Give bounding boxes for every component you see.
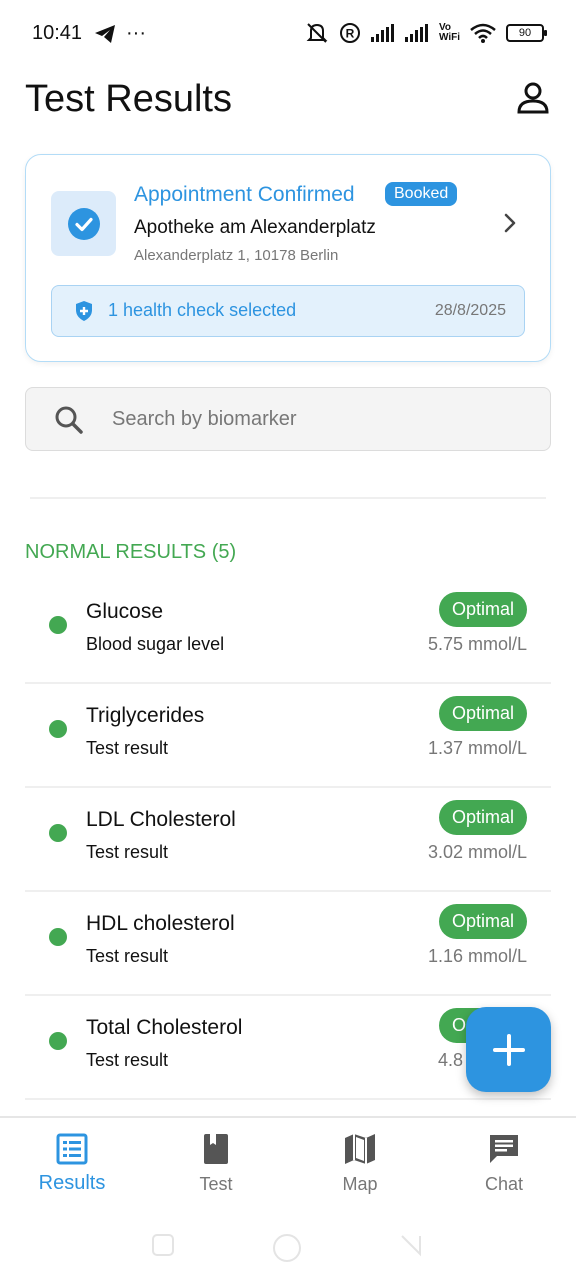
result-name: Total Cholesterol xyxy=(86,1016,243,1039)
add-button[interactable] xyxy=(466,1007,551,1092)
status-dot xyxy=(49,928,67,946)
search-bar[interactable] xyxy=(25,387,551,451)
nav-label: Results xyxy=(38,1172,106,1194)
status-badge: Optimal xyxy=(438,904,527,939)
system-nav xyxy=(0,1216,576,1280)
appointment-title: Appointment Confirmed xyxy=(134,183,355,206)
status-bar: 10:41 ··· R Vo WiFi 90 xyxy=(0,0,576,68)
recents-button[interactable] xyxy=(150,1232,176,1258)
nav-map[interactable]: Map xyxy=(300,1132,420,1195)
result-name: LDL Cholesterol xyxy=(86,808,236,831)
appointment-date: 28/8/2025 xyxy=(434,302,506,319)
shield-icon xyxy=(76,301,92,321)
result-description: Blood sugar level xyxy=(86,634,225,654)
back-button[interactable] xyxy=(398,1232,424,1258)
search-input[interactable] xyxy=(112,404,512,434)
booked-badge: Booked xyxy=(385,182,458,206)
signal-icon-2 xyxy=(404,24,428,42)
telegram-icon xyxy=(95,24,115,43)
plus-icon xyxy=(492,1033,525,1066)
check-circle-icon xyxy=(67,207,100,240)
appointment-place: Apotheke am Alexanderplatz xyxy=(134,217,376,238)
signal-icon xyxy=(370,24,394,42)
profile-icon[interactable] xyxy=(515,80,551,116)
result-name: Triglycerides xyxy=(86,704,205,727)
result-value: 3.02 mmol/L xyxy=(427,842,527,862)
map-icon xyxy=(345,1134,375,1164)
mute-icon xyxy=(306,23,328,43)
nav-results[interactable]: Results xyxy=(12,1132,132,1195)
appointment-card[interactable]: Appointment Confirmed Booked Apotheke am… xyxy=(25,154,551,362)
list-icon xyxy=(56,1133,88,1165)
divider xyxy=(30,497,546,499)
result-row[interactable]: HDL cholesterol Test result Optimal 1.16… xyxy=(25,892,551,996)
result-description: Test result xyxy=(86,1050,169,1070)
battery-icon: 90 xyxy=(506,24,547,42)
result-value: 1.16 mmol/L xyxy=(427,946,527,966)
result-name: Glucose xyxy=(86,600,164,623)
result-description: Test result xyxy=(86,946,169,966)
status-dot xyxy=(49,1032,67,1050)
nav-label: Map xyxy=(342,1174,378,1194)
result-description: Test result xyxy=(86,738,169,758)
registered-icon: R xyxy=(339,23,360,43)
status-badge: Optimal xyxy=(438,800,527,835)
more-dots: ··· xyxy=(126,22,146,44)
result-value: 1.37 mmol/L xyxy=(427,738,527,758)
result-row[interactable]: LDL Cholesterol Test result Optimal 3.02… xyxy=(25,788,551,892)
wifi-icon xyxy=(470,23,496,43)
nav-label: Chat xyxy=(484,1174,524,1194)
page-title: Test Results xyxy=(25,78,232,120)
nav-test[interactable]: Test xyxy=(156,1132,276,1195)
home-button[interactable] xyxy=(271,1232,303,1264)
appointment-status-box xyxy=(51,191,116,256)
result-description: Test result xyxy=(86,842,169,862)
result-name: HDL cholesterol xyxy=(86,912,235,935)
health-check-strip[interactable]: 1 health check selected 28/8/2025 xyxy=(51,285,525,337)
result-row[interactable]: Glucose Blood sugar level Optimal 5.75 m… xyxy=(25,580,551,684)
status-dot xyxy=(49,720,67,738)
section-title: NORMAL RESULTS (5) xyxy=(25,541,237,563)
status-badge: Optimal xyxy=(438,592,527,627)
nav-chat[interactable]: Chat xyxy=(444,1132,564,1195)
appointment-address: Alexanderplatz 1, 10178 Berlin xyxy=(134,247,339,264)
svg-text:R: R xyxy=(346,27,355,41)
status-time: 10:41 xyxy=(32,22,83,44)
status-dot xyxy=(49,824,67,842)
health-check-label: 1 health check selected xyxy=(108,300,297,320)
result-value: 5.75 mmol/L xyxy=(427,634,527,654)
chat-icon xyxy=(490,1135,518,1163)
nav-label: Test xyxy=(199,1174,233,1194)
book-icon xyxy=(204,1134,228,1164)
search-icon xyxy=(55,406,83,434)
chevron-right-icon[interactable] xyxy=(500,211,520,235)
header: Test Results xyxy=(25,72,551,128)
status-badge: Optimal xyxy=(438,696,527,731)
status-dot xyxy=(49,616,67,634)
bottom-nav: Results Test Map Chat xyxy=(0,1116,576,1216)
vowifi-label: Vo WiFi xyxy=(438,22,460,43)
result-row[interactable]: Triglycerides Test result Optimal 1.37 m… xyxy=(25,684,551,788)
